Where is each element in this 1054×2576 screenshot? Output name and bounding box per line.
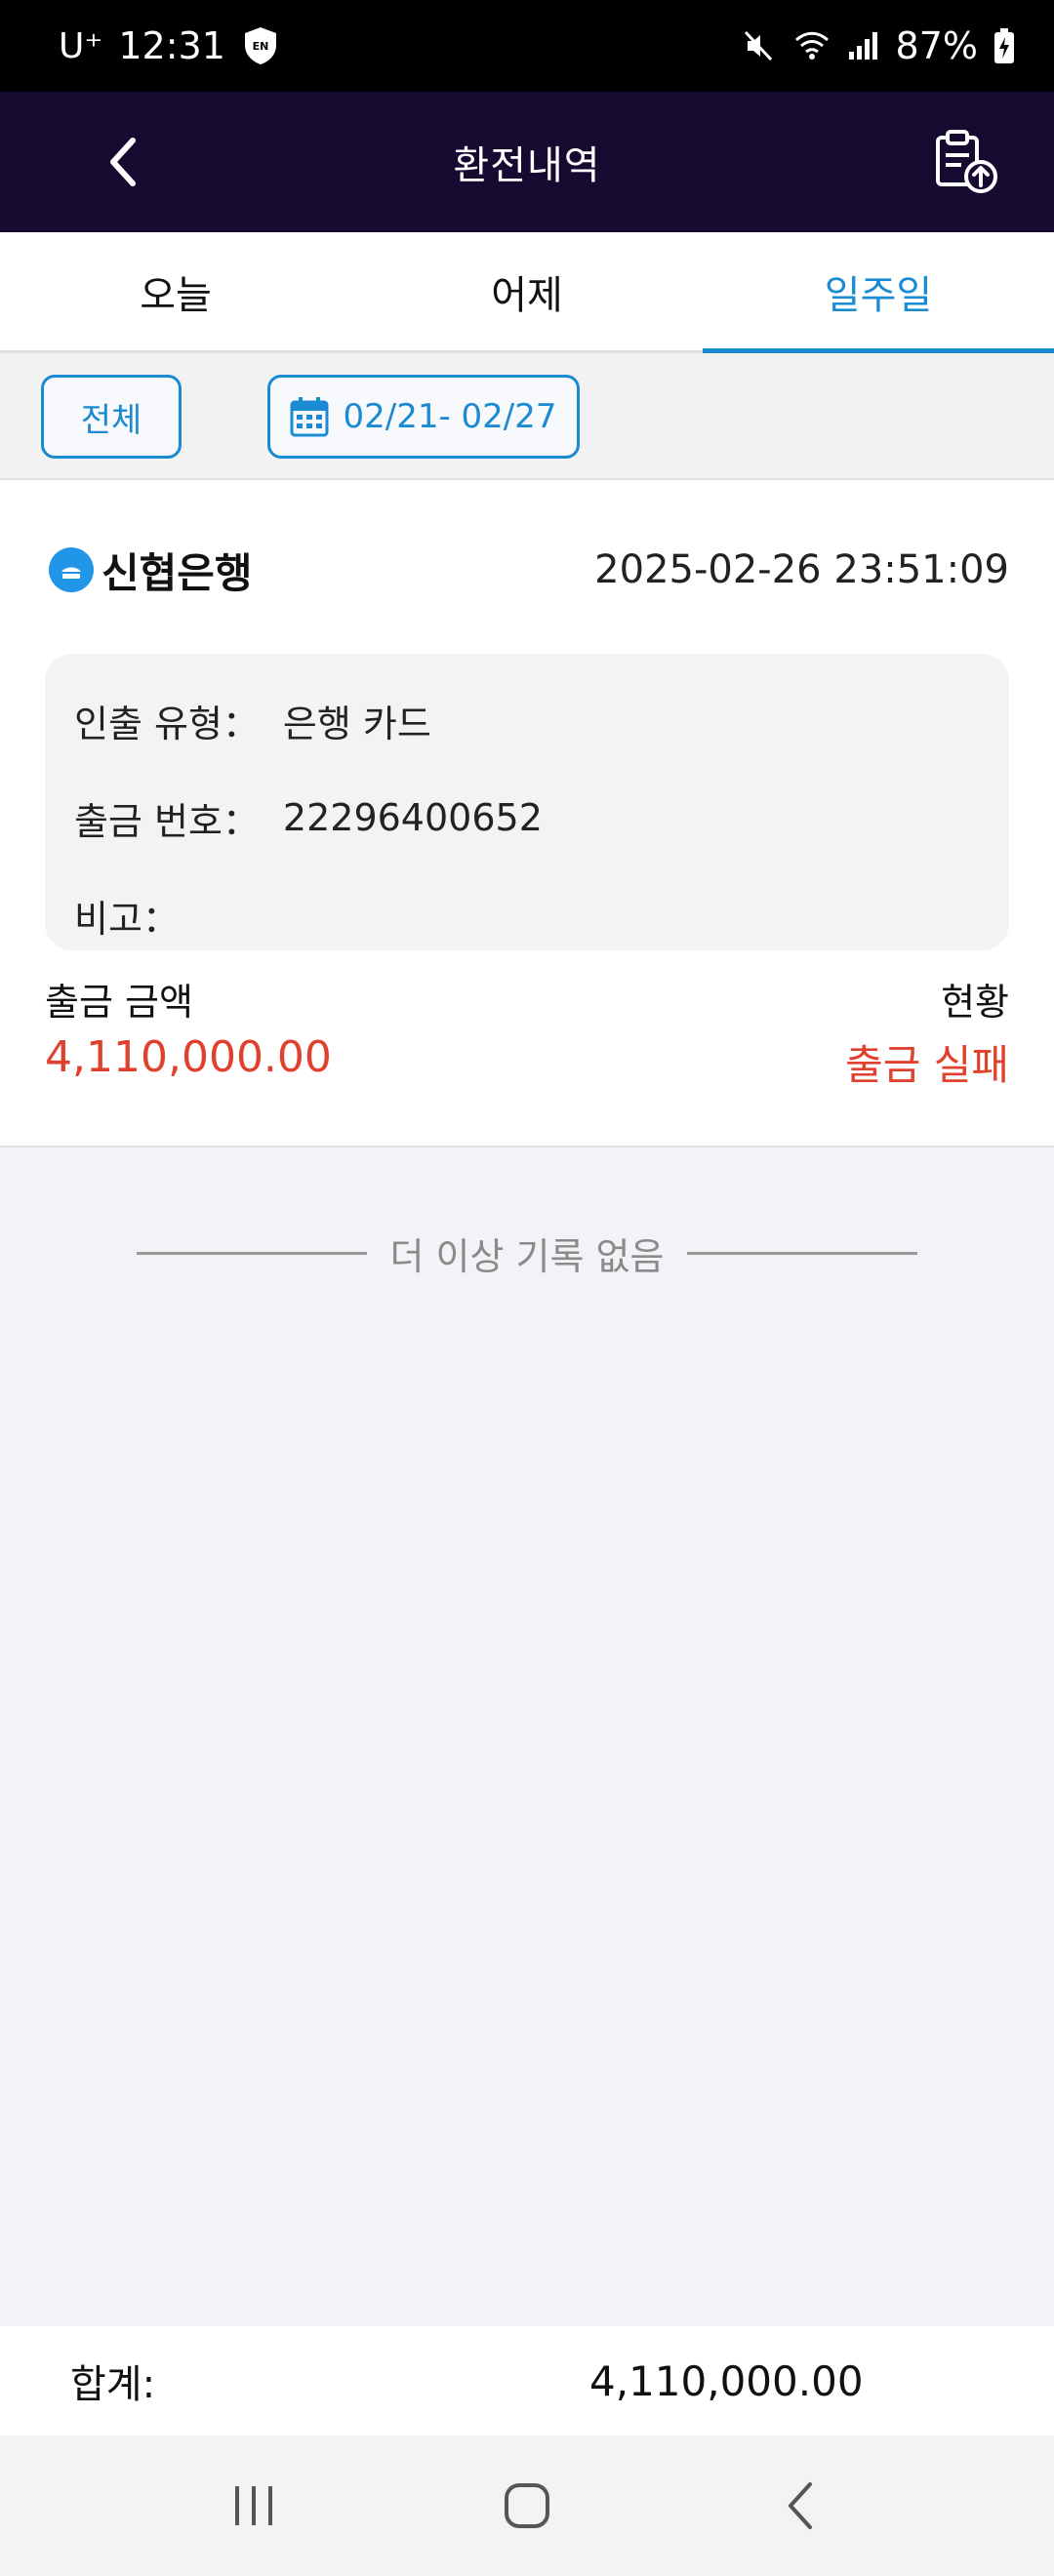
status-left: U⁺ 12:31 EN <box>59 24 280 67</box>
home-icon <box>505 2483 549 2528</box>
app-bar: 환전내역 <box>0 92 1054 232</box>
battery-percent: 87% <box>895 24 978 67</box>
status-bar: U⁺ 12:31 EN 87% <box>0 0 1054 92</box>
tab-yesterday[interactable]: 어제 <box>351 232 703 350</box>
no-more-text: 더 이상 기록 없음 <box>389 1234 665 1278</box>
date-range-button[interactable]: 02/21- 02/27 <box>267 375 580 459</box>
filter-row: 전체 02/21- 02/27 <box>0 353 1054 480</box>
battery-charging-icon <box>993 27 1015 64</box>
svg-text:EN: EN <box>253 40 269 53</box>
system-back-button[interactable] <box>742 2457 859 2555</box>
total-bar: 합계: 4,110,000.00 <box>0 2326 1054 2435</box>
recent-apps-icon <box>235 2486 272 2525</box>
total-value: 4,110,000.00 <box>589 2356 864 2405</box>
tab-today[interactable]: 오늘 <box>0 232 351 350</box>
clipboard-upload-icon <box>936 130 997 193</box>
record-datetime: 2025-02-26 23:51:09 <box>594 547 1009 592</box>
withdraw-number-row: 출금 번호： 22296400652 <box>74 769 980 866</box>
bank-logo-icon <box>49 547 94 592</box>
divider-left <box>137 1251 367 1255</box>
withdraw-number-value: 22296400652 <box>282 796 543 839</box>
home-button[interactable] <box>468 2457 586 2555</box>
withdraw-type-value: 은행 카드 <box>282 702 431 745</box>
chevron-left-icon <box>110 138 136 186</box>
back-icon <box>789 2482 812 2529</box>
date-range-label: 02/21- 02/27 <box>343 397 557 436</box>
record-details: 인출 유형： 은행 카드 출금 번호： 22296400652 비고： <box>45 654 1009 950</box>
system-nav-bar <box>0 2435 1054 2576</box>
filter-all-button[interactable]: 전체 <box>41 375 182 459</box>
bank-name: 신협은행 <box>101 548 253 597</box>
bank-name-wrap: 신협은행 <box>49 541 253 600</box>
no-more-records: 더 이상 기록 없음 <box>137 1224 917 1282</box>
export-button[interactable] <box>927 123 1005 201</box>
status-label: 현황 <box>941 981 1009 1024</box>
mute-icon <box>742 28 777 63</box>
calendar-icon <box>290 397 329 437</box>
withdraw-type-label: 인출 유형： <box>74 702 260 745</box>
status-right: 87% <box>742 24 1015 67</box>
status-value: 출금 실패 <box>845 1041 1009 1089</box>
signal-icon <box>847 30 880 61</box>
filter-all-label: 전체 <box>80 400 142 440</box>
record-card[interactable]: 신협은행 2025-02-26 23:51:09 인출 유형： 은행 카드 출금… <box>0 480 1054 1147</box>
clock: 12:31 <box>118 24 225 67</box>
amount-value: 4,110,000.00 <box>45 1032 332 1082</box>
page-title: 환전내역 <box>453 143 601 188</box>
carrier-label: U⁺ <box>59 25 103 66</box>
divider-right <box>687 1251 917 1255</box>
note-row: 비고： <box>74 866 980 964</box>
total-label: 합계: <box>70 2362 156 2407</box>
back-button[interactable] <box>88 127 158 197</box>
withdraw-type-row: 인출 유형： 은행 카드 <box>74 671 980 769</box>
bank-row: 신협은행 2025-02-26 23:51:09 <box>49 539 1009 601</box>
withdraw-number-label: 출금 번호： <box>74 799 260 843</box>
tab-week[interactable]: 일주일 <box>703 232 1054 353</box>
period-tabs: 오늘 어제 일주일 <box>0 232 1054 353</box>
wifi-icon <box>792 28 831 63</box>
shield-en-icon: EN <box>241 24 280 67</box>
note-label: 비고： <box>74 897 180 941</box>
amount-label: 출금 금액 <box>45 981 193 1024</box>
recent-apps-button[interactable] <box>195 2457 312 2555</box>
